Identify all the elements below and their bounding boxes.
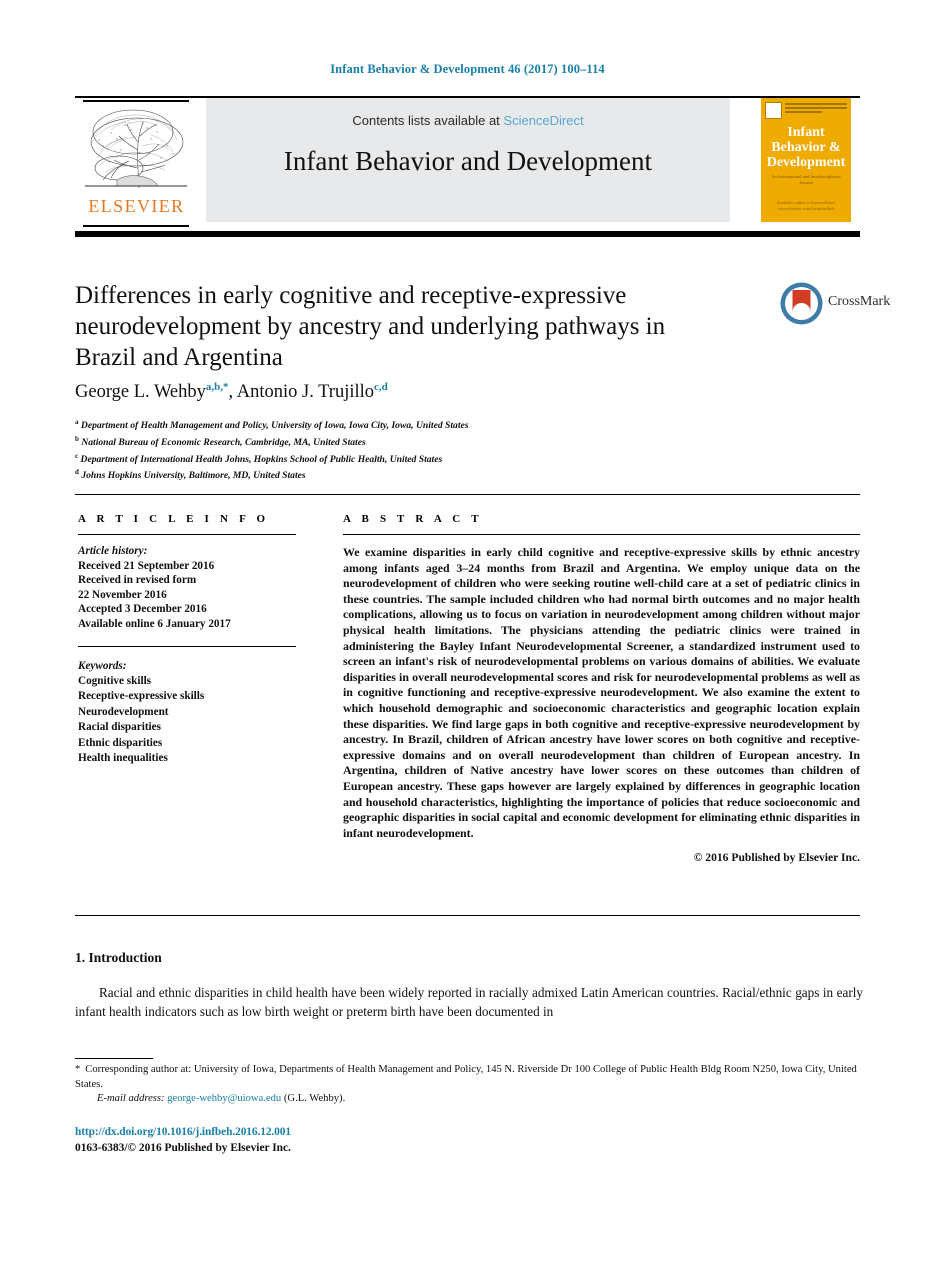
keyword-item: Cognitive skills — [78, 674, 152, 687]
page-title: Differences in early cognitive and recep… — [75, 282, 666, 371]
author-marks-2[interactable]: c,d — [374, 381, 388, 393]
author-separator: , — [228, 382, 237, 403]
crossmark-badge[interactable]: CrossMark — [779, 281, 890, 328]
article-history-item: Accepted 3 December 2016 — [78, 603, 207, 616]
affiliation-item: d Johns Hopkins University, Baltimore, M… — [75, 466, 775, 483]
masthead-bottom-rule — [75, 231, 860, 237]
elsevier-tree-icon — [85, 109, 187, 189]
affiliation-item: c Department of International Health Joh… — [75, 450, 775, 467]
corresponding-author-note: * Corresponding author at: University of … — [75, 1063, 863, 1107]
cover-subtitle: An International and Interdisciplinary J… — [771, 174, 841, 185]
footnote-rule — [75, 1058, 153, 1059]
affiliation-list: a Department of Health Management and Po… — [75, 416, 775, 483]
journal-masthead: ELSEVIER Contents lists available at Sci… — [75, 98, 860, 229]
abstract-copyright: © 2016 Published by Elsevier Inc. — [693, 851, 860, 865]
cover-title-line2: Behavior & — [771, 140, 841, 155]
keyword-item: Neurodevelopment — [78, 705, 169, 718]
journal-title: Infant Behavior and Development — [283, 146, 653, 176]
crossmark-icon — [780, 282, 823, 325]
keywords-list: Keywords: Cognitive skills Receptive-exp… — [78, 659, 313, 767]
article-info-column: A R T I C L E I N F O Article history: R… — [78, 513, 313, 766]
author-list: George L. Wehbya,b,*, Antonio J. Trujill… — [75, 381, 775, 403]
abstract-section-bottom-rule — [75, 915, 860, 916]
affiliation-text: Department of Health Management and Poli… — [80, 420, 469, 432]
affiliation-mark: d — [75, 468, 79, 477]
abstract-section-top-rule — [75, 494, 860, 495]
elsevier-logo: ELSEVIER — [75, 98, 198, 229]
article-history-item: Available online 6 January 2017 — [78, 617, 231, 630]
author-marks-1[interactable]: a,b,* — [206, 381, 229, 393]
sciencedirect-link[interactable]: ScienceDirect — [503, 113, 583, 128]
keyword-item: Receptive-expressive skills — [78, 690, 205, 703]
cover-title-line3: Development — [766, 155, 846, 170]
elsevier-logo-bottom-rule — [83, 225, 189, 227]
article-history: Article history: Received 21 September 2… — [78, 544, 313, 632]
article-history-label: Article history: — [78, 545, 148, 557]
email-link[interactable]: george-wehby@uiowa.edu — [167, 1093, 281, 1104]
corresponding-author-text: Corresponding author at: University of I… — [75, 1064, 857, 1090]
cover-top-text-lines — [785, 102, 847, 122]
abstract-body: We examine disparities in early child co… — [343, 545, 860, 840]
keywords-label: Keywords: — [78, 659, 127, 672]
crossmark-label: CrossMark — [828, 294, 891, 309]
introduction-heading: 1. Introduction — [75, 950, 162, 965]
affiliation-item: b National Bureau of Economic Research, … — [75, 433, 775, 450]
cover-topbar — [765, 102, 847, 122]
sciencedirect-banner: Contents lists available at ScienceDirec… — [206, 98, 730, 222]
abstract-column: A B S T R A C T We examine disparities i… — [343, 513, 860, 864]
issn-copyright-line: 0163-6383/© 2016 Published by Elsevier I… — [75, 1142, 291, 1154]
elsevier-logo-top-rule — [83, 100, 189, 102]
corresponding-author-marker: * — [75, 1064, 81, 1075]
article-history-item: 22 November 2016 — [78, 588, 167, 601]
affiliation-item: a Department of Health Management and Po… — [75, 416, 775, 433]
contents-prefix: Contents lists available at — [352, 113, 504, 128]
abstract-heading: A B S T R A C T — [343, 513, 483, 525]
contents-available-line: Contents lists available at ScienceDirec… — [206, 113, 730, 128]
email-owner: (G.L. Wehby). — [283, 1093, 346, 1105]
article-info-heading: A R T I C L E I N F O — [78, 513, 270, 525]
email-label: E-mail address: — [97, 1093, 165, 1105]
keywords-divider — [78, 645, 296, 647]
affiliation-mark: b — [75, 434, 79, 443]
affiliation-mark: a — [75, 418, 79, 426]
cover-title: Infant Behavior & Development — [766, 125, 846, 170]
affiliation-mark: c — [75, 451, 79, 460]
cover-title-line1: Infant — [787, 125, 825, 140]
article-history-item: Received 21 September 2016 — [78, 559, 215, 572]
article-info-divider — [78, 534, 296, 535]
doi-link[interactable]: http://dx.doi.org/10.1016/j.infbeh.2016.… — [75, 1126, 291, 1138]
elsevier-wordmark: ELSEVIER — [88, 196, 185, 216]
journal-article-page: Infant Behavior & Development 46 (2017) … — [0, 0, 935, 1266]
author-name-2: Antonio J. Trujillo — [236, 382, 375, 403]
author-name-1: George L. Wehby — [75, 382, 206, 403]
abstract-divider — [343, 534, 860, 535]
article-history-item: Received in revised form — [78, 574, 197, 587]
cover-elsevier-mark — [765, 102, 782, 119]
affiliation-text: Department of International Health Johns… — [80, 453, 443, 465]
affiliation-text: Johns Hopkins University, Baltimore, MD,… — [81, 470, 306, 482]
journal-cover-thumbnail[interactable]: Infant Behavior & Development An Interna… — [761, 98, 851, 222]
introduction-body: Racial and ethnic disparities in child h… — [75, 985, 863, 1019]
cover-footer: Available online at ScienceDirect www.el… — [776, 200, 836, 211]
corresponding-author-line: * Corresponding author at: University of … — [75, 1063, 863, 1092]
running-head: Infant Behavior & Development 46 (2017) … — [330, 62, 605, 76]
affiliation-text: National Bureau of Economic Research, Ca… — [81, 436, 366, 448]
keyword-item: Ethnic disparities — [78, 736, 163, 749]
email-line: E-mail address: george-wehby@uiowa.edu (… — [97, 1092, 863, 1107]
keyword-item: Racial disparities — [78, 721, 161, 734]
keyword-item: Health inequalities — [78, 752, 168, 764]
